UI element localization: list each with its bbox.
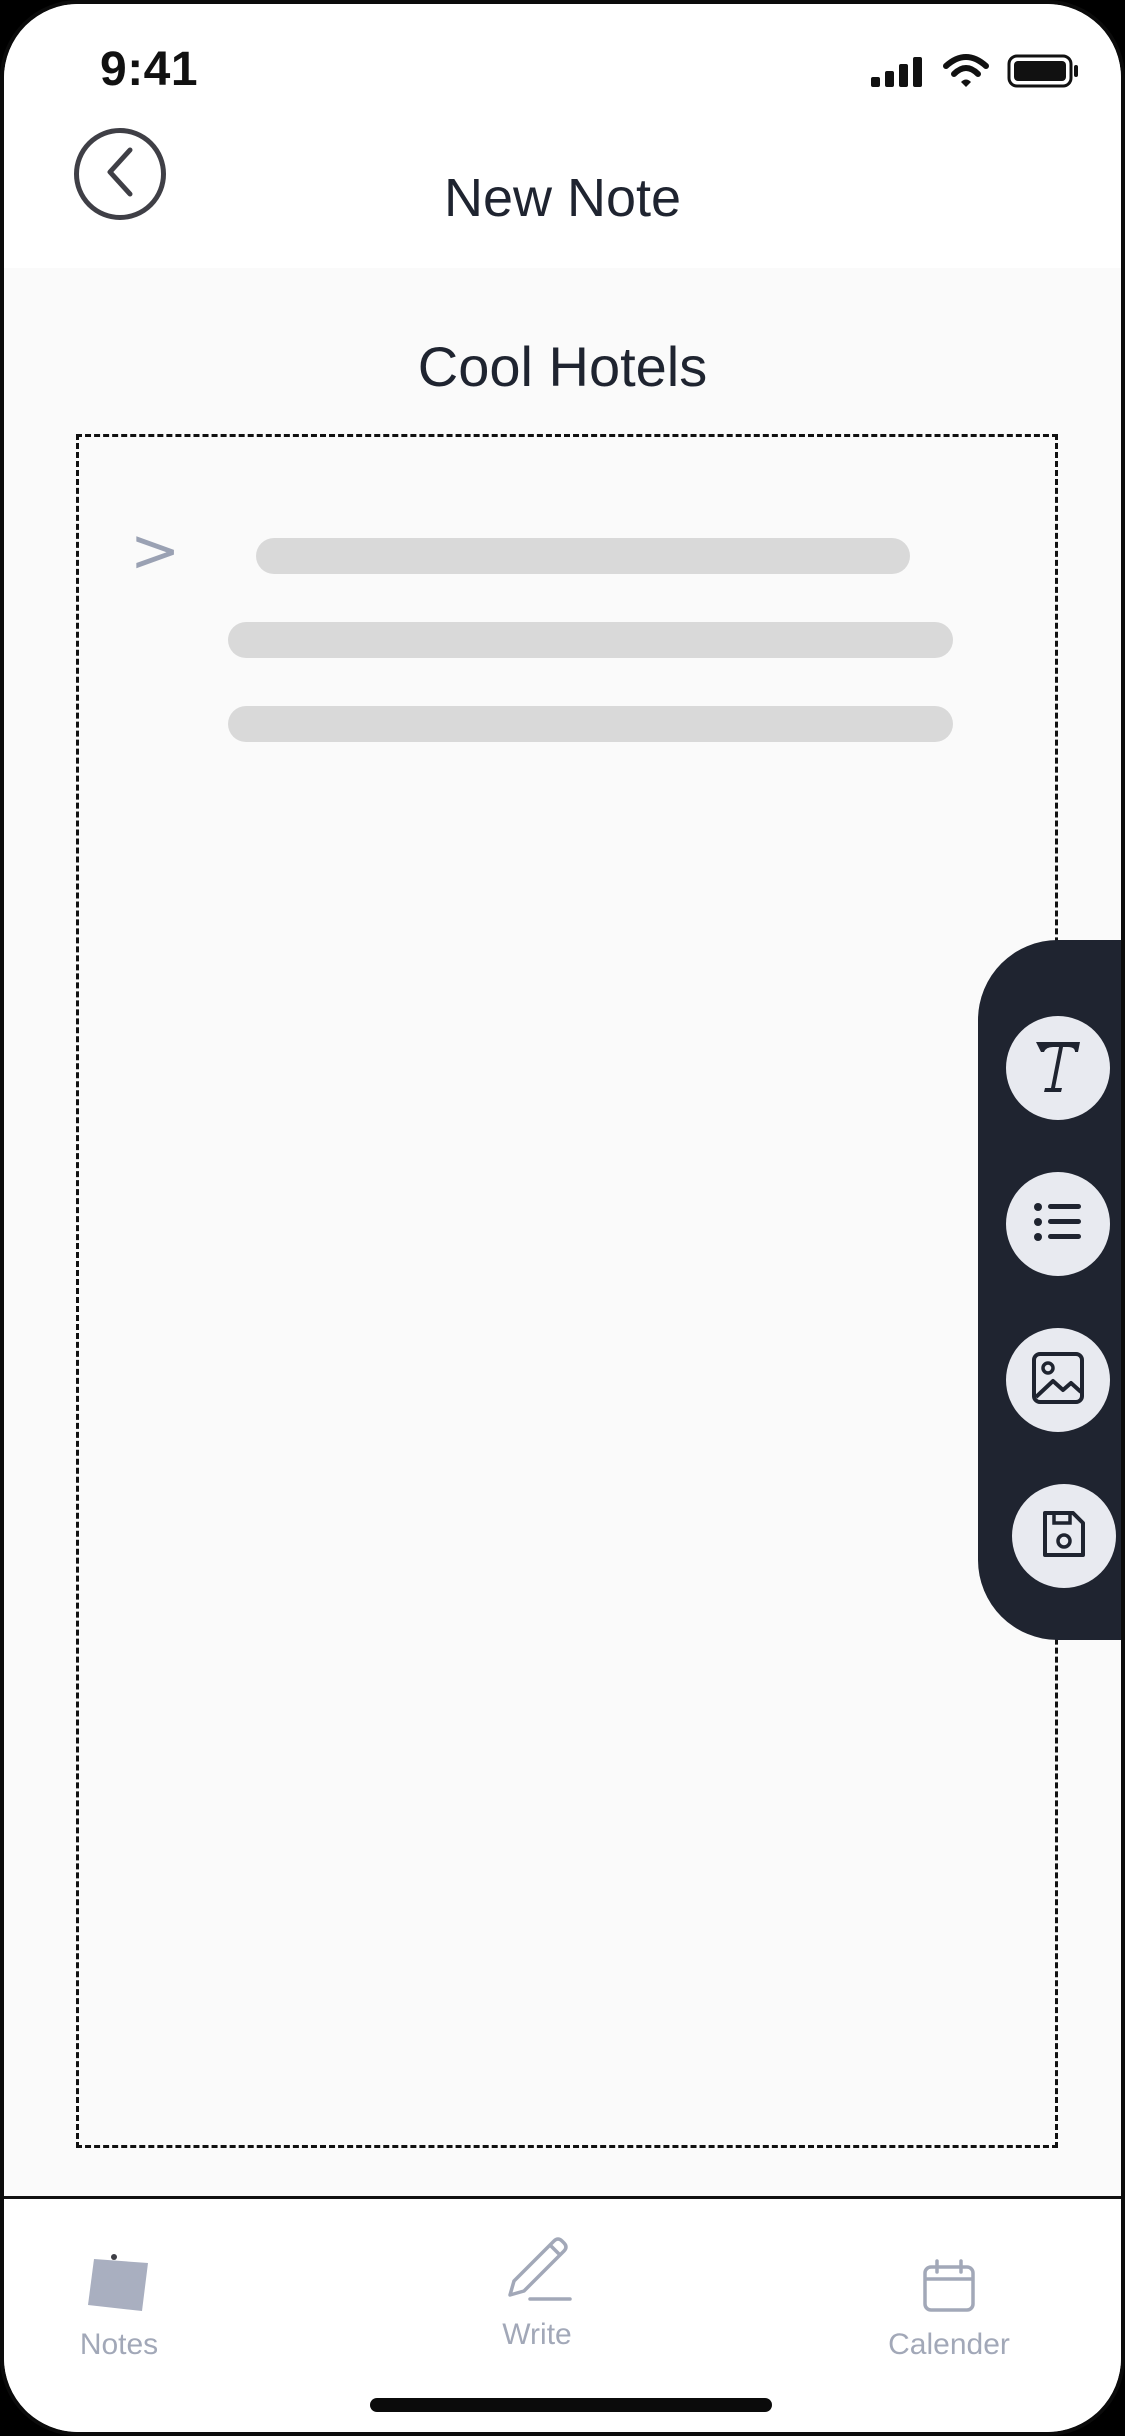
placeholder-line [256,538,910,574]
page-title: New Note [443,168,682,228]
wifi-icon [943,54,989,93]
top-bar: 9:41 New Note [4,4,1121,268]
list-icon [1033,1202,1083,1247]
image-icon [1031,1351,1085,1410]
image-button[interactable] [1006,1328,1110,1432]
nav-label-notes: Notes [79,2328,159,2361]
note-title[interactable]: Cool Hotels [4,334,1121,399]
nav-item-calendar[interactable]: Calender [854,2259,1044,2362]
text-format-button[interactable] [1006,1016,1110,1120]
phone-screen: 9:41 New Note Cool Hotels > Notes Write … [0,0,1125,2436]
note-editor[interactable] [76,434,1058,2148]
placeholder-line [228,622,953,658]
status-time: 9:41 [100,43,199,96]
battery-icon [1007,54,1079,93]
status-icons [871,54,1079,93]
pencil-icon [502,2235,572,2308]
prompt-caret: > [130,516,181,586]
save-button[interactable] [1012,1484,1116,1588]
list-button[interactable] [1006,1172,1110,1276]
calendar-icon [922,2259,976,2318]
format-toolbar [978,940,1121,1640]
notes-icon [86,2253,152,2318]
text-format-icon [1030,1036,1086,1101]
signal-icon [871,55,925,92]
placeholder-line [228,706,953,742]
nav-label-write: Write [502,2318,572,2351]
nav-label-calendar: Calender [888,2328,1010,2361]
nav-item-notes[interactable]: Notes [64,2253,174,2362]
home-indicator[interactable] [370,2398,772,2412]
nav-item-write[interactable]: Write [482,2235,592,2352]
save-icon [1041,1509,1087,1564]
